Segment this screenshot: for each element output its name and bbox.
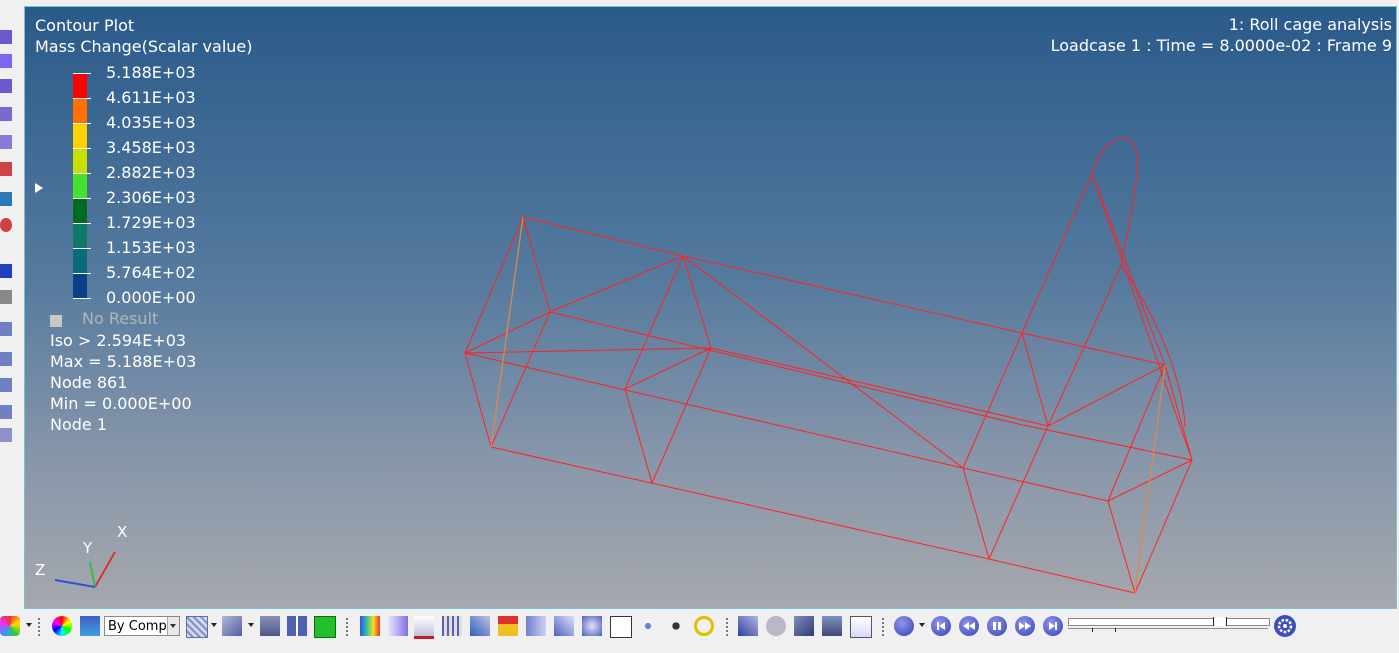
speed-slider-handle[interactable] bbox=[1092, 628, 1116, 632]
step-forward-button[interactable] bbox=[1015, 616, 1035, 636]
first-frame-button[interactable] bbox=[931, 616, 951, 636]
eye-icon[interactable] bbox=[0, 290, 12, 304]
view-tool-icon[interactable] bbox=[0, 54, 12, 68]
gauge-icon[interactable] bbox=[694, 616, 714, 636]
left-toolbar bbox=[0, 0, 24, 610]
display-mode-select[interactable]: By Comp bbox=[104, 616, 180, 636]
notes-icon[interactable] bbox=[610, 616, 632, 638]
pause-button[interactable] bbox=[987, 616, 1007, 636]
view-tool-icon[interactable] bbox=[0, 107, 12, 121]
fast-forward-icon bbox=[1019, 622, 1031, 630]
pause-icon bbox=[993, 622, 1001, 630]
query-icon[interactable] bbox=[526, 616, 546, 636]
view-tool-icon[interactable] bbox=[0, 135, 12, 149]
cut-icon[interactable] bbox=[738, 616, 758, 636]
bottom-toolbar: By Comp bbox=[0, 610, 1399, 653]
contour-icon[interactable] bbox=[360, 616, 380, 636]
display-mode-value: By Comp bbox=[108, 619, 167, 634]
move-icon[interactable] bbox=[666, 616, 686, 636]
node-tool-icon[interactable] bbox=[0, 405, 12, 419]
frame-slider-handle[interactable] bbox=[1213, 617, 1227, 626]
node-tool-icon[interactable] bbox=[0, 352, 12, 366]
node-tool-icon[interactable] bbox=[0, 428, 12, 442]
graphics-viewport[interactable]: Contour Plot Mass Change(Scalar value) 1… bbox=[24, 6, 1397, 609]
comment-icon[interactable] bbox=[766, 616, 786, 636]
node-tool-icon[interactable] bbox=[0, 378, 12, 392]
section-tool-icon[interactable] bbox=[0, 162, 12, 176]
measure-icon[interactable] bbox=[638, 616, 658, 636]
component-color-icon[interactable] bbox=[80, 616, 100, 636]
streamline-icon[interactable] bbox=[554, 616, 574, 636]
triad-x-label: X bbox=[117, 523, 128, 541]
box-icon[interactable] bbox=[260, 616, 280, 636]
arrow-tool-icon[interactable] bbox=[0, 264, 12, 278]
deformed-icon[interactable] bbox=[414, 616, 434, 639]
triad-z-label: Z bbox=[35, 561, 46, 579]
color-wheel-icon[interactable] bbox=[52, 616, 72, 636]
view-tool-icon[interactable] bbox=[0, 30, 12, 44]
legend-icon[interactable] bbox=[388, 616, 408, 636]
monitor-icon[interactable] bbox=[0, 192, 12, 206]
marker-icon[interactable] bbox=[498, 616, 518, 636]
roll-cage-wireframe[interactable] bbox=[25, 7, 1396, 608]
view-tool-icon[interactable] bbox=[0, 79, 12, 93]
last-frame-button[interactable] bbox=[1043, 616, 1063, 636]
triad-y-label: Y bbox=[83, 539, 93, 557]
skip-forward-icon bbox=[1049, 622, 1057, 630]
vector-icon[interactable] bbox=[442, 616, 462, 636]
tracking-icon[interactable] bbox=[822, 616, 842, 636]
tensor-icon[interactable] bbox=[470, 616, 490, 636]
chevron-down-icon[interactable] bbox=[167, 617, 179, 635]
skip-back-icon bbox=[937, 622, 945, 630]
chevron-down-icon[interactable] bbox=[248, 623, 254, 627]
marker-icon[interactable] bbox=[0, 218, 12, 232]
wireframe-icon[interactable] bbox=[186, 616, 208, 638]
section-icon[interactable] bbox=[794, 616, 814, 636]
speed-slider[interactable] bbox=[1068, 628, 1268, 633]
step-back-button[interactable] bbox=[959, 616, 979, 636]
gear-icon[interactable] bbox=[1274, 615, 1296, 637]
chevron-down-icon[interactable] bbox=[919, 623, 925, 627]
plot-icon[interactable] bbox=[850, 616, 872, 638]
rewind-icon bbox=[963, 622, 975, 630]
color-mode-icon[interactable] bbox=[0, 616, 20, 636]
animation-mode-icon[interactable] bbox=[894, 616, 914, 636]
node-tool-icon[interactable] bbox=[0, 322, 12, 336]
chevron-down-icon[interactable] bbox=[211, 623, 217, 627]
shaded-icon[interactable] bbox=[222, 616, 242, 636]
probe-icon[interactable] bbox=[582, 616, 602, 636]
chevron-down-icon[interactable] bbox=[26, 623, 32, 627]
green-cubes-icon[interactable] bbox=[314, 616, 336, 638]
axis-triad: X Y Z bbox=[35, 522, 135, 592]
mirror-icon[interactable] bbox=[287, 616, 307, 636]
frame-slider[interactable] bbox=[1068, 617, 1270, 626]
